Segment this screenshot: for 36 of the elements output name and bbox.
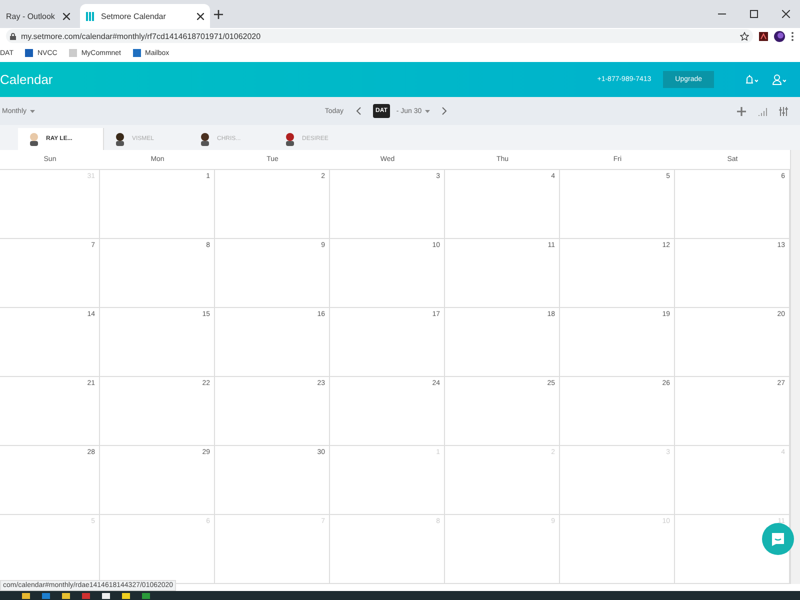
maximize-icon[interactable] (750, 10, 758, 18)
caret-icon (424, 110, 430, 112)
taskbar-icon[interactable] (62, 592, 70, 598)
bell-icon[interactable] (744, 74, 758, 85)
page-title: Calendar (0, 72, 54, 87)
bookmark-icon (25, 49, 34, 57)
plus-icon[interactable] (214, 10, 223, 18)
bookmark-icon (133, 49, 142, 57)
address-bar[interactable]: my.setmore.com/calendar#monthly/rf7cd1414618701971/01062020 (6, 29, 753, 43)
chevron-right-icon[interactable] (442, 107, 447, 115)
scrollbar[interactable] (791, 150, 800, 584)
avatar-icon (28, 132, 40, 146)
grid-icon (86, 12, 95, 20)
chat-icon (770, 531, 786, 547)
browser-tab[interactable]: Ray - Outlook (0, 4, 76, 28)
avatar-icon (199, 132, 211, 146)
pdf-icon[interactable] (759, 32, 768, 40)
profile-icon[interactable] (774, 30, 785, 42)
user-icon[interactable] (772, 74, 786, 85)
close-icon[interactable] (63, 12, 70, 20)
menu-icon[interactable] (791, 32, 794, 40)
taskbar-icon[interactable] (122, 592, 130, 598)
lock-icon (10, 32, 16, 40)
browser-tab[interactable]: Setmore Calendar (80, 4, 210, 28)
star-icon[interactable] (740, 32, 749, 40)
sliders-icon[interactable] (779, 106, 788, 116)
avatar-icon (114, 132, 126, 146)
chevron-left-icon[interactable] (356, 107, 360, 115)
bookmark-icon (69, 49, 78, 57)
close-icon[interactable] (197, 12, 204, 20)
caret-icon (30, 110, 35, 112)
taskbar-icon[interactable] (22, 592, 30, 598)
avatar-icon (284, 132, 296, 146)
taskbar-icon[interactable] (102, 592, 110, 598)
close-icon[interactable] (782, 10, 790, 18)
chat-button[interactable] (762, 523, 794, 555)
